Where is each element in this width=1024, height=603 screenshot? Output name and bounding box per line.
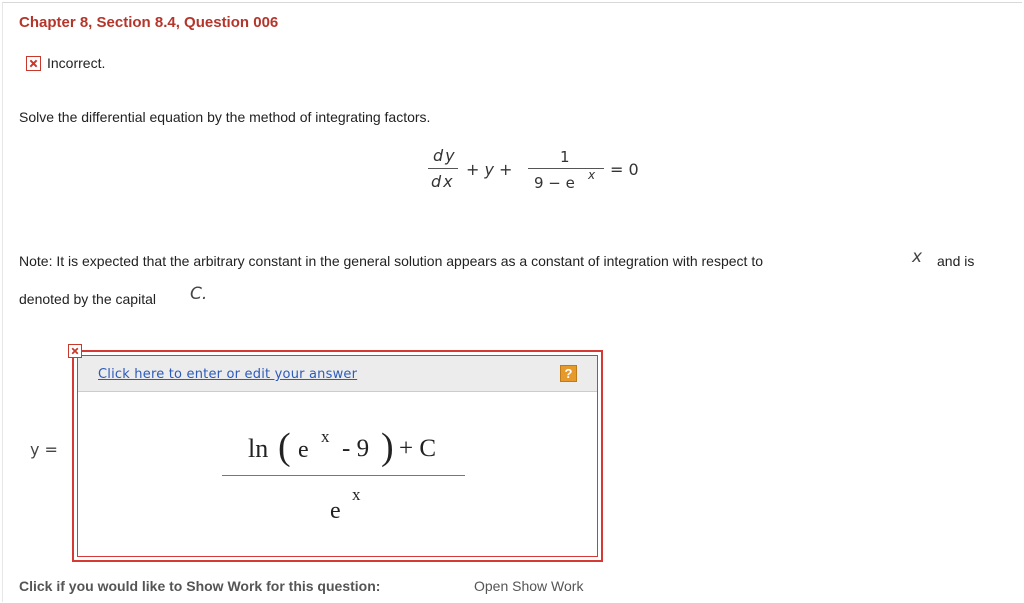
status-row: Incorrect. <box>26 53 105 73</box>
y-equals-label: y = <box>30 440 58 459</box>
answer-header: Click here to enter or edit your answer … <box>78 356 597 392</box>
incorrect-x-icon <box>26 55 41 71</box>
ans-minus-nine: - 9 <box>342 435 370 462</box>
ans-den-base: e <box>330 498 341 524</box>
field-error-x-icon <box>68 344 82 358</box>
ans-ln: ln <box>248 434 269 463</box>
instruction-text: Solve the differential equation by the m… <box>19 109 431 125</box>
ans-den-exponent: x <box>352 485 361 504</box>
eq-exponent: x <box>588 168 596 182</box>
note-variable-x: x <box>912 247 923 267</box>
show-work-label: Click if you would like to Show Work for… <box>19 578 381 594</box>
eq-rhs: = 0 <box>610 160 639 179</box>
eq-middle: + y + <box>466 160 513 179</box>
ans-open-paren: ( <box>278 426 291 468</box>
question-title: Chapter 8, Section 8.4, Question 006 <box>19 14 279 31</box>
status-text: Incorrect. <box>47 55 106 71</box>
eq-dy: dy <box>433 146 457 165</box>
ans-close-paren: ) <box>381 426 394 468</box>
edit-answer-link[interactable]: Click here to enter or edit your answer <box>98 367 357 382</box>
help-question-icon[interactable]: ? <box>560 365 577 382</box>
note-and-is: and is <box>937 253 975 269</box>
ans-num-base: e <box>298 437 309 463</box>
ans-plus-c: + C <box>399 435 437 462</box>
eq-fraction-line-left <box>428 168 458 169</box>
note-line-2: denoted by the capital <box>19 291 156 307</box>
answer-expression[interactable]: ln ( e x - 9 ) + C e x <box>222 425 467 530</box>
ans-num-exponent: x <box>321 427 330 446</box>
answer-fraction-line <box>222 475 465 476</box>
open-show-work-link[interactable]: Open Show Work <box>474 578 583 594</box>
eq-dx: dx <box>431 172 455 191</box>
note-line-1: Note: It is expected that the arbitrary … <box>19 253 763 269</box>
eq-numerator: 1 <box>560 148 570 166</box>
note-variable-c: C. <box>190 284 208 304</box>
eq-denominator: 9 − e <box>534 174 575 192</box>
